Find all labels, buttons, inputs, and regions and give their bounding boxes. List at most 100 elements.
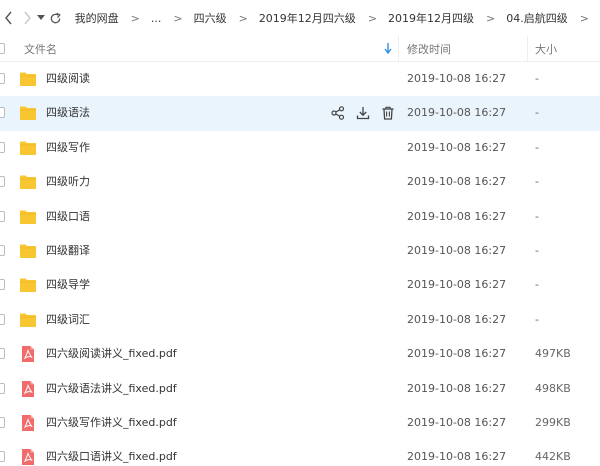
file-name[interactable]: 四六级语法讲义_fixed.pdf: [46, 372, 177, 406]
file-row[interactable]: 四级阅读 2019-10-08 16:27 -: [0, 62, 600, 96]
navigation-bar: 我的网盘 >... > 四六级 >2019年12月四六级 >2019年12月四级 >04.启…: [0, 0, 600, 36]
file-size: 497KB: [535, 347, 571, 361]
file-name[interactable]: 四级词汇: [46, 303, 90, 337]
file-size: -: [535, 312, 539, 326]
file-list: 四级阅读 2019-10-08 16:27 - 四级语法 2019-10-08 16:2…: [0, 62, 600, 466]
file-modified-time: 2019-10-08 16:27: [407, 415, 507, 429]
file-size: -: [535, 243, 539, 257]
folder-icon: [19, 276, 37, 294]
file-name[interactable]: 四级导学: [46, 268, 90, 302]
column-header-size[interactable]: 大小: [535, 41, 557, 57]
breadcrumb-item[interactable]: 我的网盘: [75, 10, 119, 26]
file-row[interactable]: 四级写作 2019-10-08 16:27 -: [0, 131, 600, 165]
breadcrumb-separator: >: [173, 11, 183, 25]
folder-icon: [19, 139, 37, 157]
breadcrumb-separator: >: [238, 11, 248, 25]
column-header-modified[interactable]: 修改时间: [407, 41, 451, 57]
file-row[interactable]: 四级词汇 2019-10-08 16:27 -: [0, 303, 600, 337]
file-modified-time: 2019-10-08 16:27: [407, 72, 507, 85]
file-size: -: [535, 106, 539, 120]
file-row[interactable]: 四级导学 2019-10-08 16:27 -: [0, 268, 600, 302]
row-checkbox[interactable]: [0, 313, 5, 325]
folder-icon: [19, 311, 37, 329]
file-size: 498KB: [535, 381, 571, 395]
breadcrumb-item[interactable]: ...: [151, 12, 162, 25]
file-name[interactable]: 四六级阅读讲义_fixed.pdf: [46, 337, 177, 371]
file-row[interactable]: 四六级口语讲义_fixed.pdf 2019-10-08 16:27 442KB: [0, 440, 600, 466]
file-modified-time: 2019-10-08 16:27: [407, 278, 507, 292]
file-list-header: 文件名 修改时间 大小: [0, 36, 600, 62]
file-modified-time: 2019-10-08 16:27: [407, 209, 507, 223]
file-size: -: [535, 175, 539, 189]
folder-icon: [19, 70, 37, 88]
file-name[interactable]: 四级语法: [46, 96, 90, 130]
row-actions: [330, 105, 396, 121]
delete-icon[interactable]: [380, 105, 396, 121]
sort-arrow-icon[interactable]: [384, 43, 392, 57]
row-checkbox[interactable]: [0, 279, 5, 291]
chevron-left-icon[interactable]: [0, 0, 18, 36]
row-checkbox[interactable]: [0, 451, 5, 463]
file-row[interactable]: 四六级语法讲义_fixed.pdf 2019-10-08 16:27 498KB: [0, 372, 600, 406]
pdf-file-icon: [19, 345, 37, 363]
breadcrumb: 我的网盘 >... > 四六级 >2019年12月四六级 >2019年12月四级 >04.启…: [75, 0, 600, 36]
pdf-file-icon: [19, 448, 37, 466]
folder-icon: [19, 104, 37, 122]
file-name[interactable]: 四六级口语讲义_fixed.pdf: [46, 440, 177, 466]
folder-icon: [19, 173, 37, 191]
file-modified-time: 2019-10-08 16:27: [407, 243, 507, 257]
row-checkbox[interactable]: [0, 176, 5, 188]
file-row[interactable]: 四级听力 2019-10-08 16:27 -: [0, 165, 600, 199]
file-size: 442KB: [535, 450, 571, 464]
caret-down-icon[interactable]: [36, 0, 47, 36]
file-size: -: [535, 140, 539, 154]
file-row[interactable]: 四级语法 2019-10-08 16:27 -: [0, 96, 600, 131]
breadcrumb-separator: >: [367, 11, 378, 25]
folder-icon: [19, 242, 37, 260]
row-checkbox[interactable]: [0, 141, 5, 153]
file-modified-time: 2019-10-08 16:27: [407, 347, 507, 361]
file-row[interactable]: 四级翻译 2019-10-08 16:27 -: [0, 234, 600, 268]
file-name[interactable]: 四级翻译: [46, 234, 90, 268]
file-modified-time: 2019-10-08 16:27: [407, 175, 507, 189]
file-size: -: [535, 72, 539, 85]
row-checkbox[interactable]: [0, 382, 5, 394]
column-divider[interactable]: [527, 36, 528, 62]
chevron-right-icon[interactable]: [18, 0, 36, 36]
file-name[interactable]: 四级口语: [46, 200, 90, 234]
download-icon[interactable]: [355, 105, 371, 121]
refresh-icon[interactable]: [47, 0, 65, 36]
select-all-checkbox[interactable]: [0, 43, 5, 54]
breadcrumb-item[interactable]: 2019年12月四级: [388, 10, 474, 26]
row-checkbox[interactable]: [0, 107, 5, 119]
file-size: 299KB: [535, 415, 571, 429]
file-modified-time: 2019-10-08 16:27: [407, 381, 507, 395]
file-name[interactable]: 四六级写作讲义_fixed.pdf: [46, 406, 177, 440]
file-row[interactable]: 四六级阅读讲义_fixed.pdf 2019-10-08 16:27 497KB: [0, 337, 600, 371]
file-row[interactable]: 四六级写作讲义_fixed.pdf 2019-10-08 16:27 299KB: [0, 406, 600, 440]
breadcrumb-item[interactable]: 四六级: [194, 10, 227, 26]
row-checkbox[interactable]: [0, 416, 5, 428]
file-row[interactable]: 四级口语 2019-10-08 16:27 -: [0, 200, 600, 234]
file-name[interactable]: 四级听力: [46, 165, 90, 199]
file-name[interactable]: 四级写作: [46, 131, 90, 165]
share-icon[interactable]: [330, 105, 346, 121]
folder-icon: [19, 208, 37, 226]
pdf-file-icon: [19, 380, 37, 398]
row-checkbox[interactable]: [0, 244, 5, 256]
row-checkbox[interactable]: [0, 210, 5, 222]
column-header-name[interactable]: 文件名: [24, 41, 57, 57]
breadcrumb-separator: >: [486, 11, 496, 25]
file-modified-time: 2019-10-08 16:27: [407, 450, 507, 464]
column-divider[interactable]: [398, 36, 399, 62]
breadcrumb-item[interactable]: 2019年12月四六级: [259, 10, 356, 26]
breadcrumb-item[interactable]: 04.启航四级: [506, 10, 568, 26]
pdf-file-icon: [19, 414, 37, 432]
file-name[interactable]: 四级阅读: [46, 62, 90, 96]
row-checkbox[interactable]: [0, 73, 5, 84]
breadcrumb-separator: >: [579, 11, 589, 25]
file-modified-time: 2019-10-08 16:27: [407, 106, 507, 120]
file-modified-time: 2019-10-08 16:27: [407, 140, 507, 154]
row-checkbox[interactable]: [0, 348, 5, 360]
file-modified-time: 2019-10-08 16:27: [407, 312, 507, 326]
